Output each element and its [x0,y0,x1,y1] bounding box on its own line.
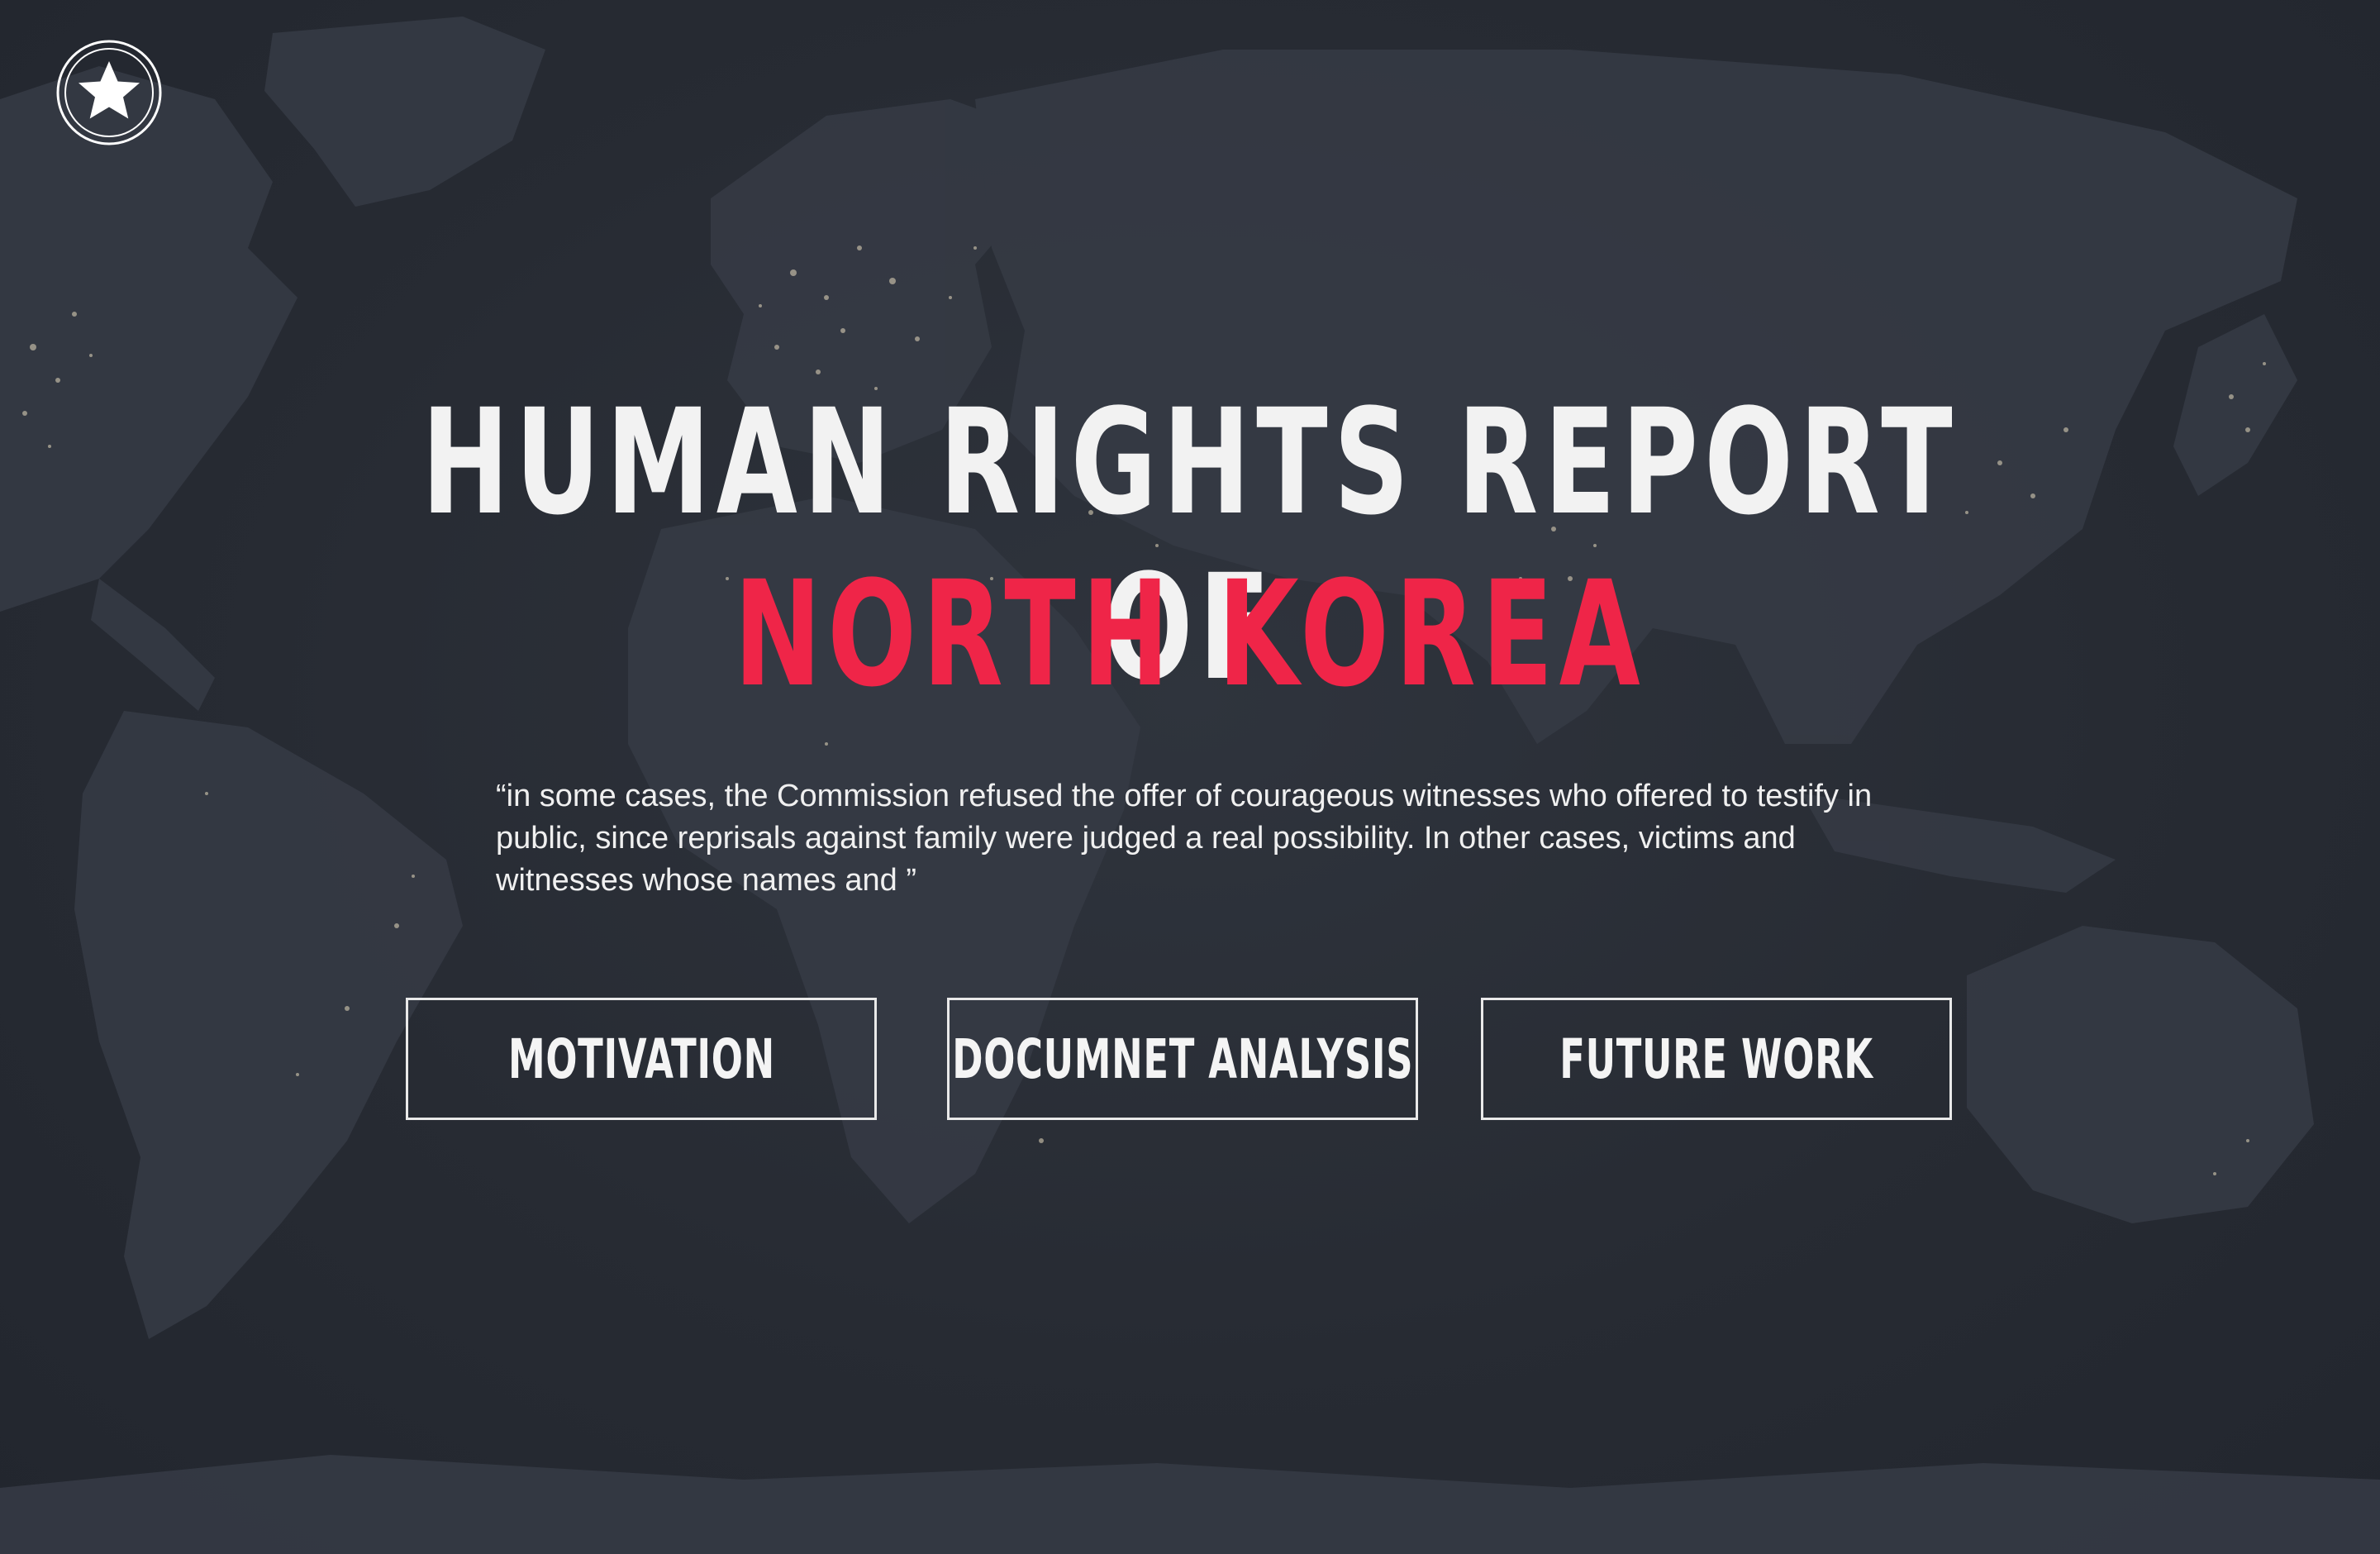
star-icon[interactable] [55,38,164,147]
page-title-country: NORTH KOREA [734,550,1646,719]
motivation-button[interactable]: MOTIVATION [406,998,877,1120]
document-analysis-button-label: DOCUMNET ANALYSIS [952,1027,1413,1091]
hero-section: HUMAN RIGHTS REPORT OF NORTH KOREA “in s… [0,0,2380,1554]
future-work-button-label: FUTURE WORK [1559,1027,1873,1091]
future-work-button[interactable]: FUTURE WORK [1481,998,1952,1120]
document-analysis-button[interactable]: DOCUMNET ANALYSIS [947,998,1418,1120]
quote-text: “in some cases, the Commission refused t… [496,779,1873,898]
motivation-button-label: MOTIVATION [507,1027,775,1091]
